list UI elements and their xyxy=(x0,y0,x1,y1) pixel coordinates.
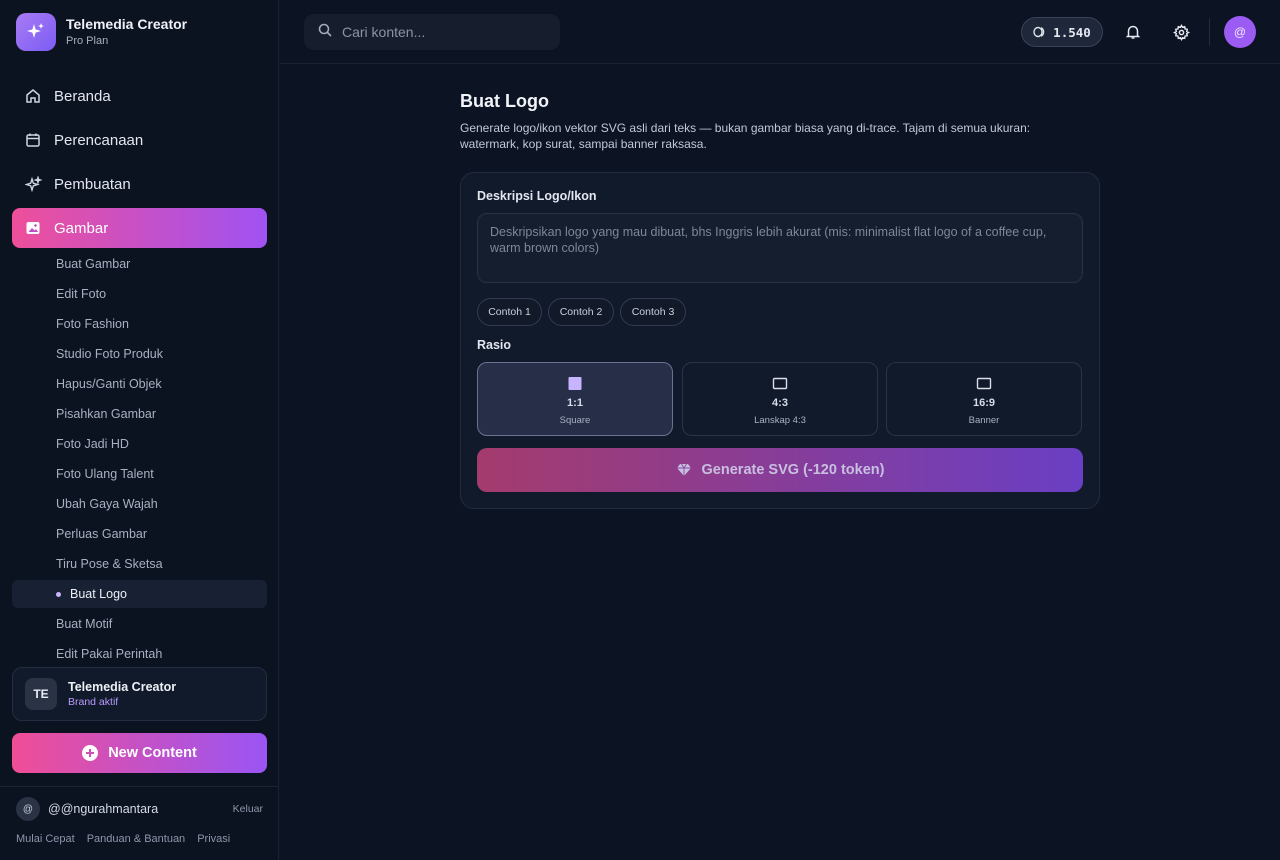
new-content-label: New Content xyxy=(108,745,197,761)
subnav-buat-logo[interactable]: Buat Logo xyxy=(12,580,267,608)
subnav-label: Pisahkan Gambar xyxy=(56,407,157,421)
brand-card-name: Telemedia Creator xyxy=(68,679,177,694)
subnav-foto-fashion[interactable]: Foto Fashion xyxy=(12,310,267,338)
subnav-edit-pakai-perintah[interactable]: Edit Pakai Perintah xyxy=(12,640,267,668)
nav-pembuatan[interactable]: Pembuatan xyxy=(12,164,267,204)
gear-icon[interactable] xyxy=(1171,22,1191,42)
subnav-label: Studio Foto Produk xyxy=(56,347,164,361)
divider xyxy=(0,786,279,787)
new-content-button[interactable]: New Content xyxy=(12,733,267,773)
brand-card-status: Brand aktif xyxy=(68,695,119,708)
subnav-label: Edit Pakai Perintah xyxy=(56,647,163,661)
ratio-value: 1:1 xyxy=(567,397,583,409)
subnav-label: Foto Ulang Talent xyxy=(56,467,154,481)
subnav-label: Buat Gambar xyxy=(56,257,131,271)
profile-avatar[interactable]: @ xyxy=(1224,16,1256,48)
logo-description-input[interactable] xyxy=(477,213,1083,283)
page-title: Buat Logo xyxy=(460,91,549,111)
nav-label: Gambar xyxy=(54,219,109,237)
user-handle: @@ngurahmantara xyxy=(48,802,159,816)
ratio-option-landscape[interactable]: 4:3 Lanskap 4:3 xyxy=(682,362,878,436)
image-icon xyxy=(24,219,42,237)
subnav-perluas-gambar[interactable]: Perluas Gambar xyxy=(12,520,267,548)
subnav-label: Foto Fashion xyxy=(56,317,129,331)
subnav-label: Foto Jadi HD xyxy=(56,437,129,451)
ratio-value: 4:3 xyxy=(772,397,788,409)
sparkles-icon xyxy=(24,175,42,193)
ratio-option-square[interactable]: 1:1 Square xyxy=(477,362,673,436)
subnav-label: Edit Foto xyxy=(56,287,107,301)
logout-link[interactable]: Keluar xyxy=(233,803,263,815)
landscape-icon xyxy=(772,376,788,390)
footer-link-mulai-cepat[interactable]: Mulai Cepat xyxy=(16,833,75,845)
ratio-name: Square xyxy=(559,415,591,426)
description-label: Deskripsi Logo/Ikon xyxy=(477,189,597,203)
user-row: @ @@ngurahmantara Keluar xyxy=(16,797,263,821)
divider xyxy=(1209,18,1210,46)
token-balance[interactable]: 1.540 xyxy=(1021,17,1103,47)
generate-svg-button[interactable]: Generate SVG (-120 token) xyxy=(477,448,1083,492)
plus-circle-icon xyxy=(82,745,99,761)
coins-icon xyxy=(1033,26,1045,38)
calendar-icon xyxy=(24,131,42,149)
ratio-name: Banner xyxy=(968,415,1000,426)
page-description: Generate logo/ikon vektor SVG asli dari … xyxy=(460,121,1031,151)
banner-icon xyxy=(976,376,992,390)
topbar: 1.540 @ xyxy=(280,0,1280,64)
brand[interactable]: Telemedia Creator Pro Plan xyxy=(16,13,187,51)
subnav-label: Ubah Gaya Wajah xyxy=(56,497,158,511)
subnav-label: Hapus/Ganti Objek xyxy=(56,377,162,391)
subnav-ubah-gaya-wajah[interactable]: Ubah Gaya Wajah xyxy=(12,490,267,518)
home-icon xyxy=(24,87,42,105)
nav-label: Beranda xyxy=(54,87,111,105)
subnav-pisahkan-gambar[interactable]: Pisahkan Gambar xyxy=(12,400,267,428)
nav-gambar[interactable]: Gambar xyxy=(12,208,267,248)
subnav-label: Buat Logo xyxy=(70,587,127,601)
search-icon xyxy=(318,23,332,42)
ratio-name: Lanskap 4:3 xyxy=(754,415,806,426)
example-chip-2[interactable]: Contoh 2 xyxy=(548,298,614,326)
subnav-foto-ulang-talent[interactable]: Foto Ulang Talent xyxy=(12,460,267,488)
user-avatar[interactable]: @ xyxy=(16,797,40,821)
bell-icon[interactable] xyxy=(1123,22,1143,42)
search-box[interactable] xyxy=(304,14,560,50)
subnav-tiru-pose-sketsa[interactable]: Tiru Pose & Sketsa xyxy=(12,550,267,578)
subnav-buat-gambar[interactable]: Buat Gambar xyxy=(12,250,267,278)
nav-perencanaan[interactable]: Perencanaan xyxy=(12,120,267,160)
nav-beranda[interactable]: Beranda xyxy=(12,76,267,116)
subnav-label: Buat Motif xyxy=(56,617,113,631)
square-icon xyxy=(567,376,583,390)
ratio-option-banner[interactable]: 16:9 Banner xyxy=(886,362,1082,436)
sidebar: Telemedia Creator Pro Plan Beranda Peren… xyxy=(0,0,279,860)
subnav-edit-foto[interactable]: Edit Foto xyxy=(12,280,267,308)
subnav-hapus-ganti-objek[interactable]: Hapus/Ganti Objek xyxy=(12,370,267,398)
subnav-studio-foto-produk[interactable]: Studio Foto Produk xyxy=(12,340,267,368)
plan-label: Pro Plan xyxy=(66,34,109,47)
subnav-foto-jadi-hd[interactable]: Foto Jadi HD xyxy=(12,430,267,458)
example-chip-1[interactable]: Contoh 1 xyxy=(477,298,542,326)
footer-link-privasi[interactable]: Privasi xyxy=(197,833,230,845)
footer-link-panduan[interactable]: Panduan & Bantuan xyxy=(87,833,185,845)
active-dot xyxy=(56,592,61,597)
search-input[interactable] xyxy=(342,24,542,40)
ratio-label: Rasio xyxy=(477,338,512,352)
app-name: Telemedia Creator xyxy=(66,15,188,32)
example-chip-3[interactable]: Contoh 3 xyxy=(620,298,686,326)
brand-avatar: TE xyxy=(25,678,57,710)
brand-switcher[interactable]: TE Telemedia Creator Brand aktif xyxy=(12,667,267,721)
ratio-value: 16:9 xyxy=(972,397,996,409)
nav-label: Pembuatan xyxy=(54,175,131,193)
subnav-label: Perluas Gambar xyxy=(56,527,148,541)
sparkles-logo-icon xyxy=(16,13,56,51)
generate-label: Generate SVG (-120 token) xyxy=(701,462,885,478)
nav-label: Perencanaan xyxy=(54,131,144,149)
gem-icon xyxy=(676,463,691,476)
token-count: 1.540 xyxy=(1053,24,1091,40)
subnav-buat-motif[interactable]: Buat Motif xyxy=(12,610,267,638)
footer-links: Mulai Cepat Panduan & Bantuan Privasi xyxy=(16,833,242,845)
subnav-label: Tiru Pose & Sketsa xyxy=(56,557,163,571)
